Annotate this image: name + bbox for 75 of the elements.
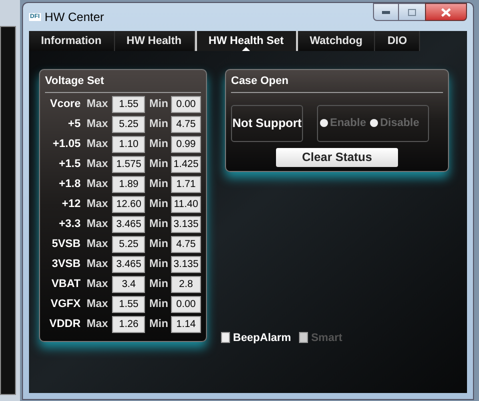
min-field[interactable]: 1.14: [171, 316, 201, 332]
max-label: Max: [86, 96, 109, 112]
max-label: Max: [86, 236, 109, 252]
min-field[interactable]: 0.99: [171, 136, 201, 152]
voltage-label: +3.3: [58, 216, 81, 232]
min-label: Min: [149, 176, 170, 192]
voltage-label: 3VSB: [50, 256, 81, 272]
max-label: Max: [86, 316, 109, 332]
status-display: Not Support: [231, 104, 303, 142]
maximize-button[interactable]: [399, 3, 425, 21]
clear-status-button[interactable]: Clear Status: [276, 148, 398, 166]
min-field[interactable]: 1.425: [171, 156, 201, 172]
max-label: Max: [86, 136, 109, 152]
min-label: Min: [149, 136, 170, 152]
min-label: Min: [149, 156, 170, 172]
panel-title: Voltage Set: [45, 73, 201, 92]
tab[interactable]: Watchdog: [298, 31, 376, 51]
min-label: Min: [149, 96, 170, 112]
max-field[interactable]: 1.575: [112, 156, 146, 172]
max-field[interactable]: 3.4: [112, 276, 146, 292]
min-label: Min: [149, 216, 170, 232]
max-field[interactable]: 12.60: [112, 196, 146, 212]
max-field[interactable]: 1.26: [112, 316, 146, 332]
max-label: Max: [86, 216, 109, 232]
voltage-label: +5: [67, 116, 81, 132]
tab[interactable]: HW Health Set: [194, 31, 298, 51]
max-field[interactable]: 1.55: [112, 296, 146, 312]
window-title: HW Center: [44, 9, 104, 26]
voltage-label: VDDR: [48, 316, 81, 332]
panel-title: Case Open: [231, 73, 443, 92]
min-field[interactable]: 3.135: [171, 256, 201, 272]
voltage-label: +1.8: [58, 176, 81, 192]
max-label: Max: [86, 296, 109, 312]
min-field[interactable]: 4.75: [171, 236, 201, 252]
close-button[interactable]: [425, 3, 467, 21]
max-field[interactable]: 5.25: [112, 116, 146, 132]
max-field[interactable]: 5.25: [112, 236, 146, 252]
max-field[interactable]: 1.10: [112, 136, 146, 152]
min-field[interactable]: 0.00: [171, 96, 201, 112]
min-field[interactable]: 3.135: [171, 216, 201, 232]
min-field[interactable]: 2.8: [171, 276, 201, 292]
voltage-label: VBAT: [50, 276, 81, 292]
min-field[interactable]: 1.71: [171, 176, 201, 192]
min-label: Min: [149, 276, 170, 292]
min-label: Min: [149, 236, 170, 252]
voltage-label: Vcore: [49, 96, 81, 112]
voltage-label: 5VSB: [50, 236, 81, 252]
min-label: Min: [149, 196, 170, 212]
max-label: Max: [86, 276, 109, 292]
max-label: Max: [86, 176, 109, 192]
max-label: Max: [86, 256, 109, 272]
min-label: Min: [149, 316, 170, 332]
tab[interactable]: DIO: [375, 31, 420, 51]
max-field[interactable]: 1.55: [112, 96, 146, 112]
min-field[interactable]: 4.75: [171, 116, 201, 132]
voltage-label: +1.05: [52, 136, 81, 152]
tab[interactable]: Information: [29, 31, 114, 51]
min-label: Min: [149, 256, 170, 272]
min-label: Min: [149, 296, 170, 312]
min-field[interactable]: 11.40: [171, 196, 201, 212]
minimize-button[interactable]: [373, 3, 399, 21]
min-label: Min: [149, 116, 170, 132]
max-field[interactable]: 3.465: [112, 256, 146, 272]
max-label: Max: [86, 196, 109, 212]
max-label: Max: [86, 116, 109, 132]
max-field[interactable]: 1.89: [112, 176, 146, 192]
voltage-label: +12: [60, 196, 81, 212]
checkbox[interactable]: BeepAlarm: [221, 330, 292, 346]
close-icon: [441, 8, 451, 16]
max-label: Max: [86, 156, 109, 172]
voltage-label: +1.5: [58, 156, 81, 172]
voltage-label: VGFX: [50, 296, 81, 312]
tab[interactable]: HW Health: [114, 31, 194, 51]
min-field[interactable]: 0.00: [171, 296, 201, 312]
max-field[interactable]: 3.465: [112, 216, 146, 232]
